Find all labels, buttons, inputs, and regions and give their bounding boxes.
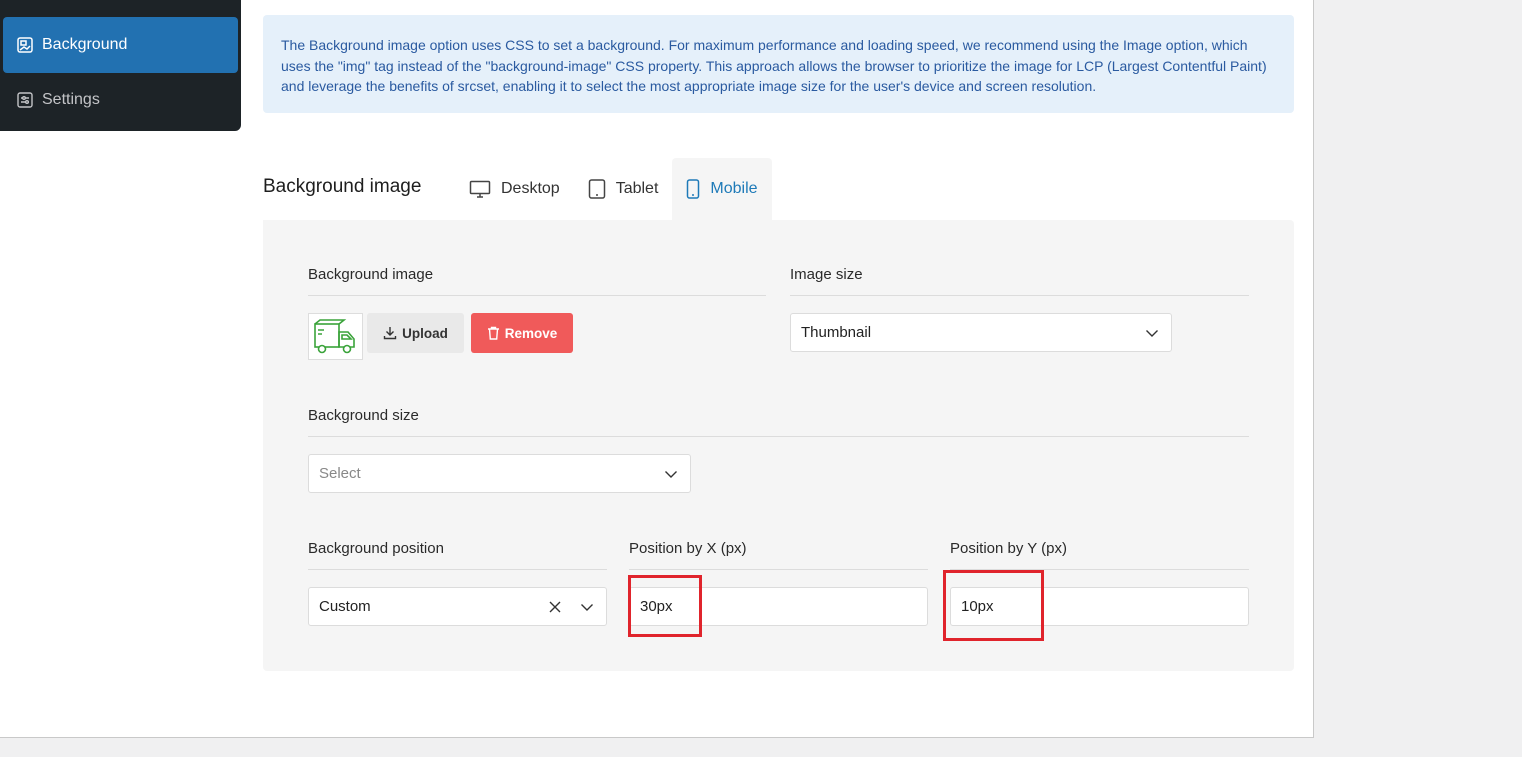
- delivery-truck-icon: [313, 318, 355, 353]
- tab-mobile[interactable]: Mobile: [672, 158, 772, 220]
- background-position-value: Custom: [319, 598, 371, 615]
- sidebar-item-label: Settings: [42, 91, 100, 108]
- background-size-label: Background size: [308, 407, 1249, 437]
- chevron-down-icon: [581, 604, 593, 611]
- background-icon: [16, 36, 34, 54]
- position-x-label: Position by X (px): [629, 540, 928, 570]
- image-size-value: Thumbnail: [801, 324, 872, 341]
- trash-icon: [487, 326, 499, 340]
- sidebar-item-label: Background: [42, 36, 128, 53]
- tab-label: Mobile: [710, 180, 758, 197]
- background-position-select[interactable]: Custom: [308, 587, 607, 626]
- position-y-label: Position by Y (px): [950, 540, 1249, 570]
- tab-desktop[interactable]: Desktop: [455, 158, 574, 220]
- info-notice: The Background image option uses CSS to …: [263, 15, 1294, 113]
- upload-button[interactable]: Upload: [367, 313, 464, 353]
- download-icon: [383, 327, 397, 340]
- chevron-down-icon: [665, 471, 677, 478]
- remove-label: Remove: [504, 325, 558, 341]
- highlight-box-x: [628, 575, 702, 637]
- tab-label: Desktop: [501, 180, 560, 197]
- image-thumbnail[interactable]: [308, 313, 363, 360]
- image-size-select[interactable]: Thumbnail: [790, 313, 1172, 352]
- background-position-label: Background position: [308, 540, 607, 570]
- settings-sliders-icon: [16, 91, 34, 109]
- remove-button[interactable]: Remove: [471, 313, 573, 353]
- main-panel: Background Settings The Background image…: [0, 0, 1314, 738]
- background-image-label: Background image: [308, 266, 766, 296]
- desktop-icon: [469, 180, 491, 198]
- tab-tablet[interactable]: Tablet: [574, 158, 673, 220]
- sidebar-item-settings[interactable]: Settings: [3, 72, 238, 128]
- upload-label: Upload: [402, 325, 448, 341]
- image-size-label: Image size: [790, 266, 1249, 296]
- settings-card: Background image Upload Remove Image siz…: [263, 220, 1294, 671]
- background-size-select[interactable]: Select: [308, 454, 691, 493]
- highlight-box-y: [943, 570, 1044, 641]
- tab-label: Tablet: [615, 180, 659, 197]
- tablet-icon: [588, 179, 605, 199]
- section-title: Background image: [263, 176, 422, 197]
- chevron-down-icon: [1146, 330, 1158, 337]
- device-tabs: Desktop Tablet Mobile: [455, 158, 772, 220]
- close-icon[interactable]: [548, 600, 562, 614]
- mobile-icon: [687, 179, 700, 199]
- sidebar: Background Settings: [0, 0, 241, 131]
- background-size-placeholder: Select: [319, 465, 361, 482]
- sidebar-item-background[interactable]: Background: [3, 17, 238, 73]
